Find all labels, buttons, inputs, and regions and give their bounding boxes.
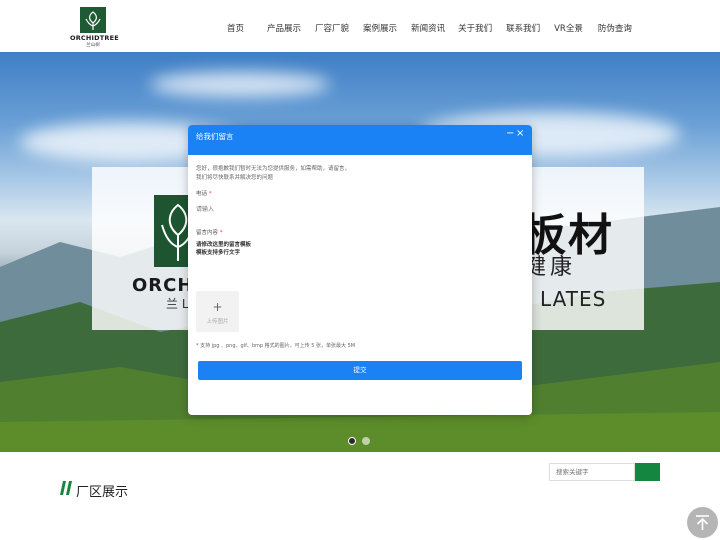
plus-icon: +	[212, 300, 223, 314]
nav-item-anti-fake[interactable]: 防伪查询	[598, 22, 632, 34]
nav-item-factory[interactable]: 厂容厂貌	[315, 22, 349, 34]
arrow-up-icon	[696, 515, 709, 530]
dialog-header: 给我们留言 − ×	[188, 125, 532, 155]
nav-item-cases[interactable]: 案例展示	[363, 22, 397, 34]
site-logo[interactable]: ORCHIDTREE 兰山树	[70, 7, 119, 48]
required-mark: *	[208, 191, 212, 197]
site-header: ORCHIDTREE 兰山树 首页 产品展示 厂容厂貌 案例展示 新闻资讯 关于…	[0, 0, 720, 52]
message-textarea[interactable]: 请修改这里的留言模板 模板支持多行文字	[196, 241, 522, 283]
search-button[interactable]	[635, 463, 660, 481]
phone-label-text: 电话	[196, 191, 208, 197]
message-dialog: 给我们留言 − × 您好，很抱歉我们暂时无法为您提供服务，如需帮助，请留言， 我…	[188, 125, 532, 415]
content-label: 留言内容 *	[196, 228, 223, 236]
content-label-text: 留言内容	[196, 230, 219, 236]
upload-label: 上传图片	[206, 319, 229, 325]
logo-wordmark: ORCHIDTREE	[70, 34, 119, 42]
message-line: 请修改这里的留言模板	[196, 242, 252, 248]
main-nav: 首页 产品展示 厂容厂貌 案例展示 新闻资讯 关于我们 联系我们 VR全景 防伪…	[227, 22, 632, 34]
carousel-dots	[348, 437, 370, 445]
banner-english-text: LATES	[540, 287, 607, 311]
nav-item-vr[interactable]: VR全景	[554, 22, 583, 34]
nav-item-about[interactable]: 关于我们	[458, 22, 492, 34]
carousel-dot-2[interactable]	[362, 437, 370, 445]
upload-image-button[interactable]: + 上传图片	[196, 291, 239, 332]
cloud	[150, 72, 330, 97]
logo-emblem-icon	[80, 7, 106, 33]
close-icon[interactable]: ×	[516, 128, 524, 139]
section-title: 厂区展示	[76, 485, 129, 500]
minimize-icon[interactable]: −	[506, 128, 514, 139]
intro-line: 我们将尽快联系并解决您的问题	[196, 175, 274, 181]
upload-hint: * 支持 jpg 、png、gif、bmp 格式的图片，可上传 5 张，单张最大…	[196, 343, 356, 349]
dialog-title: 给我们留言	[196, 132, 234, 141]
logo-subtitle: 兰山树	[86, 43, 100, 48]
phone-label: 电话 *	[196, 189, 212, 197]
back-to-top-button[interactable]	[687, 507, 718, 538]
dialog-intro: 您好，很抱歉我们暂时无法为您提供服务，如需帮助，请留言， 我们将尽快联系并解决您…	[196, 165, 516, 183]
nav-item-home[interactable]: 首页	[227, 22, 244, 34]
carousel-dot-1[interactable]	[348, 437, 356, 445]
nav-item-news[interactable]: 新闻资讯	[411, 22, 445, 34]
required-mark: *	[219, 230, 223, 236]
nav-item-contact[interactable]: 联系我们	[506, 22, 540, 34]
phone-input[interactable]	[196, 202, 522, 217]
intro-line: 您好，很抱歉我们暂时无法为您提供服务，如需帮助，请留言，	[196, 166, 351, 172]
submit-button[interactable]: 提交	[198, 361, 522, 380]
nav-item-products[interactable]: 产品展示	[267, 22, 301, 34]
message-line: 模板支持多行文字	[196, 250, 241, 256]
banner-brand-subtext: 兰 L	[166, 297, 189, 311]
section-mark-icon	[60, 481, 72, 495]
search-input[interactable]	[549, 463, 635, 481]
